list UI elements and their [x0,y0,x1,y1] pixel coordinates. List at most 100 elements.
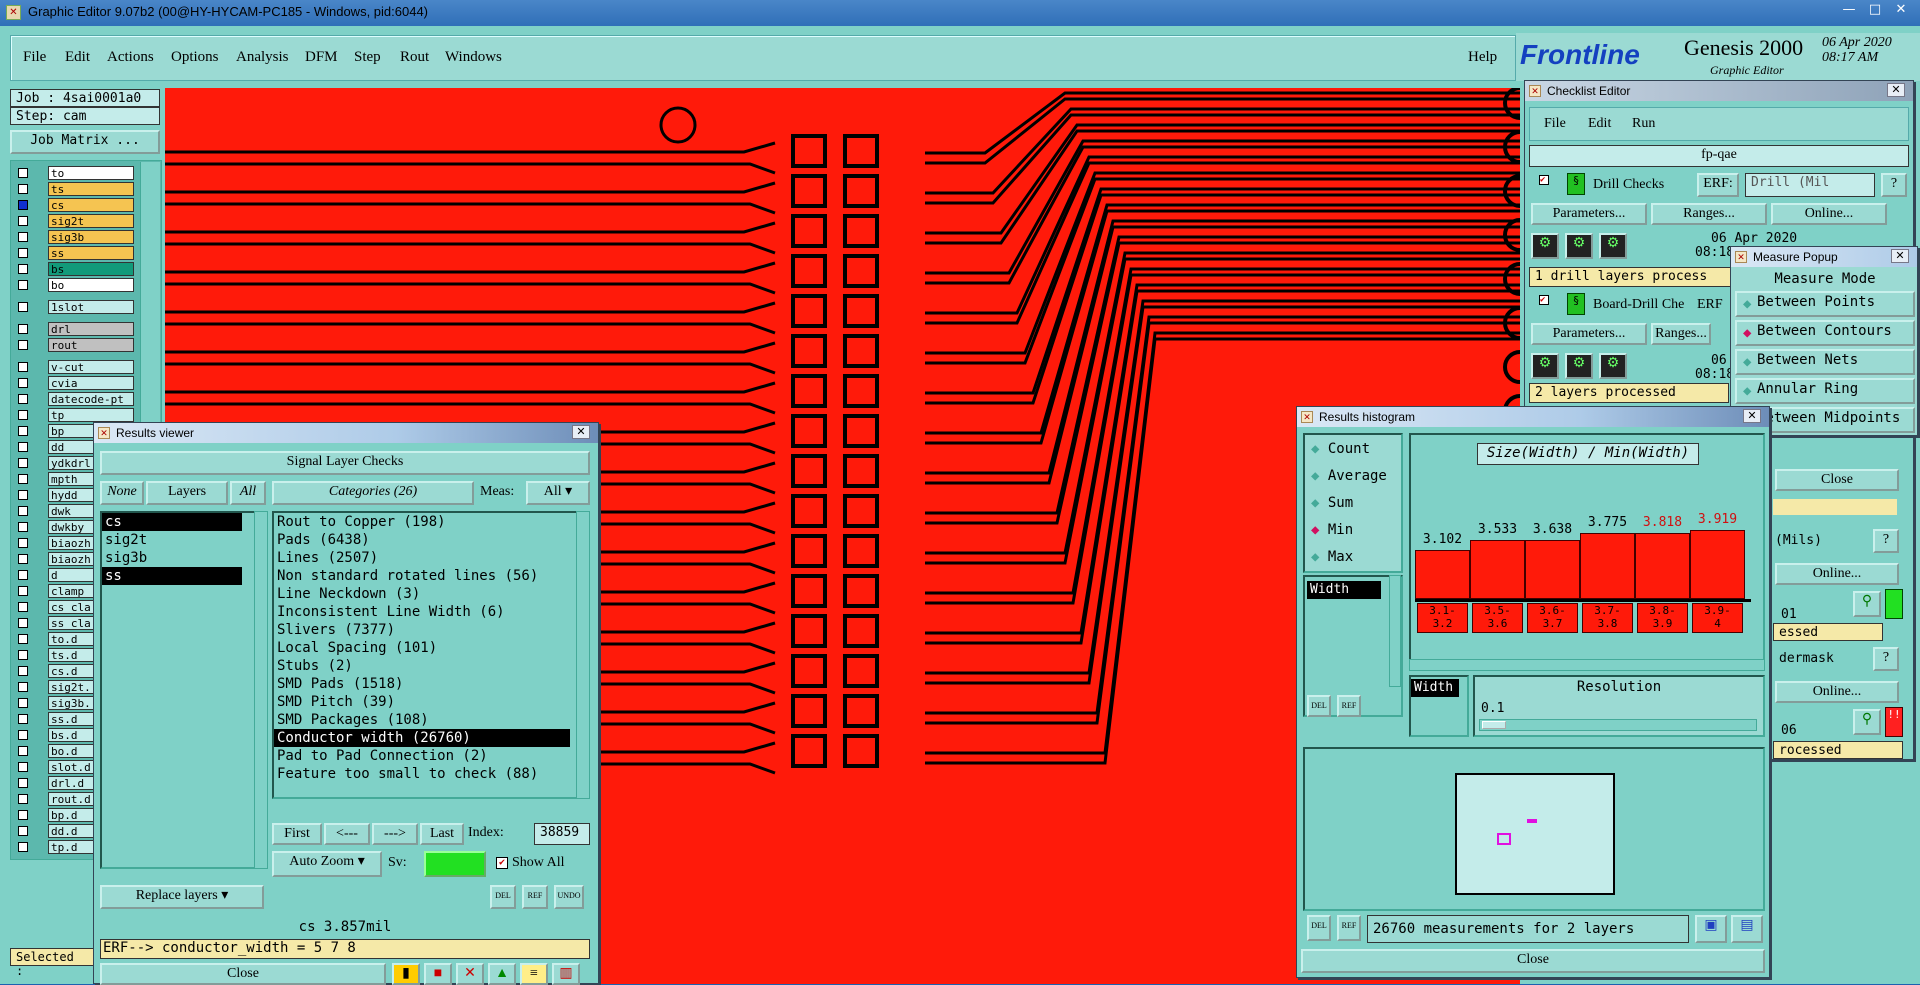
layer-row-rout[interactable]: rout [12,338,134,352]
layer-checkbox[interactable] [18,634,28,644]
histogram-close-button[interactable]: Close [1301,949,1765,973]
print-icon[interactable]: ▤ [1731,915,1763,943]
categories-list[interactable]: Rout to Copper (198) Pads (6438) Lines (25… [272,511,590,799]
layer-name[interactable]: rout [48,338,134,352]
histogram-h-scrollbar[interactable] [1409,659,1765,671]
prev-button[interactable]: <--- [324,823,370,845]
layer-checkbox[interactable] [18,762,28,772]
parameters-button-2[interactable]: Parameters... [1531,323,1647,345]
close-icon[interactable]: ✕ [1743,409,1761,423]
run-icon-1[interactable]: ⚙ [1531,233,1559,259]
layer-row-1slot[interactable]: 1slot [12,300,134,314]
layer-checkbox[interactable] [18,570,28,580]
layer-row-bs[interactable]: bs [12,262,134,276]
online-button[interactable]: Online... [1771,203,1887,225]
resolution-slider[interactable] [1479,719,1757,731]
job-matrix-button[interactable]: Job Matrix ... [10,130,160,154]
layer-checkbox[interactable] [18,810,28,820]
del-icon[interactable]: DEL [1307,695,1331,717]
zoom-icon-2[interactable]: ⚲ [1853,709,1881,735]
layer-name[interactable]: ss [48,246,134,260]
field-list-2[interactable]: Width [1409,675,1469,737]
layer-checkbox[interactable] [18,554,28,564]
layer-checkbox[interactable] [18,826,28,836]
zoom-icon[interactable]: ⚲ [1853,591,1881,617]
layer-checkbox[interactable] [18,746,28,756]
tool-icon-5[interactable]: ≡ [520,963,548,985]
show-all-checkbox[interactable]: ✔ [496,857,508,869]
layer-row-cvia[interactable]: cvia [12,376,134,390]
histogram-bar[interactable] [1470,540,1525,599]
layer-row-cs[interactable]: cs [12,198,134,212]
results-viewer-close-button[interactable]: Close [100,963,386,985]
layer-checkbox[interactable] [18,666,28,676]
category-item[interactable]: Inconsistent Line Width (6) [274,603,570,621]
online-button-4[interactable]: Online... [1775,681,1899,703]
layer-checkbox[interactable] [18,682,28,692]
run-icon-3[interactable]: ⚙ [1599,233,1627,259]
layer-checkbox[interactable] [18,714,28,724]
layer-name[interactable]: ts [48,182,134,196]
layer-checkbox[interactable] [18,340,28,350]
layer-checkbox[interactable] [18,506,28,516]
category-item[interactable]: Pads (6438) [274,531,570,549]
chart-icon[interactable]: ▥ [552,963,580,985]
close-icon[interactable]: ✕ [572,425,590,439]
ref-icon-2[interactable]: REF [1337,915,1361,941]
histogram-bar[interactable] [1415,550,1470,599]
layer-name[interactable]: v-cut [48,360,134,374]
layer-row-to[interactable]: to [12,166,134,180]
replace-layers-select[interactable]: Replace layers ▾ [100,885,264,909]
measure-mode-option[interactable]: ◆ Between Contours [1735,320,1915,346]
layer-name[interactable]: to [48,166,134,180]
category-item[interactable]: Conductor width (26760) [274,729,570,747]
category-item[interactable]: Local Spacing (101) [274,639,570,657]
category-item[interactable]: Non standard rotated lines (56) [274,567,570,585]
histogram-mode-sum[interactable]: ◆ Sum [1311,495,1353,511]
menu-dfm[interactable]: DFM [305,49,338,66]
histogram-mode-max[interactable]: ◆ Max [1311,549,1353,565]
layer-checkbox[interactable] [18,602,28,612]
parameters-button[interactable]: Parameters... [1531,203,1647,225]
layer-name[interactable]: drl [48,322,134,336]
del-icon-2[interactable]: DEL [1307,915,1331,941]
menu-actions[interactable]: Actions [107,49,154,66]
tool-icon-2[interactable]: ■ [424,963,452,985]
tool-icon-3[interactable]: ✕ [456,963,484,985]
layer-row-ts[interactable]: ts [12,182,134,196]
categories-button[interactable]: Categories (26) [272,481,474,505]
menu-help[interactable]: Help [1468,49,1497,66]
checklist-menu-edit[interactable]: Edit [1588,116,1611,132]
run-icon-2[interactable]: ⚙ [1565,233,1593,259]
measure-mode-option[interactable]: ◆ Between Points [1735,291,1915,317]
layer-checkbox[interactable] [18,394,28,404]
layer-name[interactable]: sig2t [48,214,134,228]
close-icon[interactable]: ✕ [1891,249,1909,263]
layer-name[interactable]: cvia [48,376,134,390]
layer-checkbox[interactable] [18,538,28,548]
checklist-menu-file[interactable]: File [1544,116,1566,132]
layer-name[interactable]: tp [48,408,134,422]
menu-windows[interactable]: Windows [445,49,502,66]
layer-row-tp[interactable]: tp [12,408,134,422]
layer-results-list[interactable]: cs sig2t sig3b ss [100,511,260,869]
category-item[interactable]: SMD Packages (108) [274,711,570,729]
layer-checkbox[interactable] [18,458,28,468]
minimize-button[interactable]: — [1836,2,1862,17]
menu-step[interactable]: Step [354,49,381,66]
category-item[interactable]: Lines (2507) [274,549,570,567]
layer-row-drl[interactable]: drl [12,322,134,336]
histogram-mode-average[interactable]: ◆ Average [1311,468,1387,484]
histogram-bar[interactable] [1690,530,1745,599]
menu-file[interactable]: File [23,49,46,66]
help-icon-3[interactable]: ? [1873,647,1899,671]
layer-name[interactable]: 1slot [48,300,134,314]
layer-checkbox[interactable] [18,264,28,274]
layer-checkbox[interactable] [18,730,28,740]
layer-checkbox[interactable] [18,842,28,852]
histogram-bar[interactable] [1635,533,1690,599]
menu-options[interactable]: Options [171,49,219,66]
histogram-bar[interactable] [1580,533,1635,599]
erf-drill-input[interactable]: Drill (Mil [1745,173,1875,197]
layer-result-item[interactable]: sig2t [102,531,242,549]
